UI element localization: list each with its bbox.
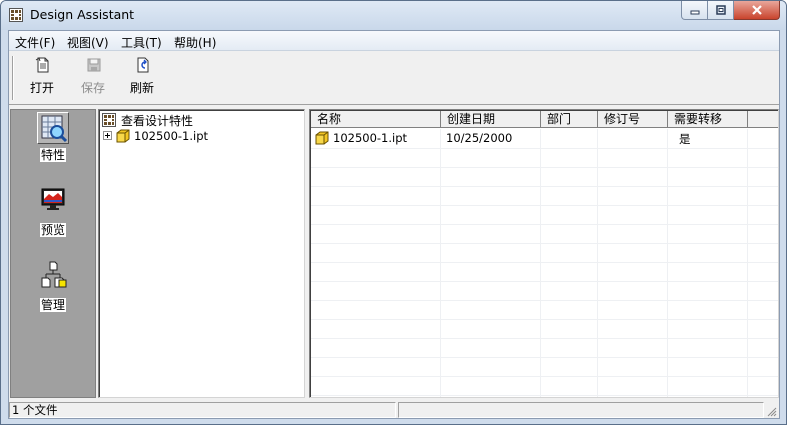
refresh-label: 刷新 xyxy=(129,81,154,95)
open-label: 打开 xyxy=(29,81,54,95)
app-icon xyxy=(9,8,23,22)
minimize-button[interactable] xyxy=(681,1,708,20)
part-file-icon xyxy=(315,131,329,145)
save-label: 保存 xyxy=(80,81,105,95)
maximize-button[interactable] xyxy=(708,1,734,20)
preview-icon xyxy=(41,188,65,210)
window-title: Design Assistant xyxy=(30,7,135,22)
title-bar[interactable]: Design Assistant xyxy=(1,1,786,30)
grid-lines xyxy=(311,129,778,397)
expand-plus-icon[interactable] xyxy=(103,131,112,140)
column-header-department[interactable]: 部门 xyxy=(541,111,598,128)
close-icon xyxy=(751,5,762,15)
nav-item-properties[interactable]: 特性 xyxy=(11,110,95,170)
cell-needs-transfer: 是 xyxy=(679,132,691,146)
grid-header: 名称 创建日期 部门 修订号 需要转移 xyxy=(311,111,778,128)
file-grid[interactable]: 名称 创建日期 部门 修订号 需要转移 102500-1.ipt 10/25/2… xyxy=(309,109,779,398)
status-pane-empty xyxy=(398,402,764,418)
refresh-icon xyxy=(137,57,149,73)
part-file-icon xyxy=(116,129,130,143)
maximize-icon xyxy=(715,5,726,15)
nav-item-manage[interactable]: 管理 xyxy=(11,260,95,320)
column-header-needs-transfer[interactable]: 需要转移 xyxy=(668,111,748,128)
client-area: 文件(F) 视图(V) 工具(T) 帮助(H) 打开 保存 刷新 特性 预览 管… xyxy=(8,30,780,419)
menu-view[interactable]: 视图(V) xyxy=(67,34,109,51)
toolbar-grip[interactable] xyxy=(12,56,14,100)
column-header-name[interactable]: 名称 xyxy=(311,111,441,128)
nav-label-properties: 特性 xyxy=(39,148,66,162)
resize-grip-icon[interactable] xyxy=(765,405,777,417)
app-window: Design Assistant 文件(F) 视图(V) 工具(T) 帮助(H) xyxy=(0,0,787,425)
menu-tools[interactable]: 工具(T) xyxy=(121,34,162,51)
menu-help[interactable]: 帮助(H) xyxy=(174,34,216,51)
property-tree[interactable]: 查看设计特性 102500-1.ipt xyxy=(98,109,305,398)
open-button[interactable]: 打开 xyxy=(25,56,59,100)
window-controls xyxy=(681,1,780,20)
save-button[interactable]: 保存 xyxy=(76,56,110,100)
close-button[interactable] xyxy=(734,1,780,20)
toolbar: 打开 保存 刷新 xyxy=(9,52,779,105)
cell-created: 10/25/2000 xyxy=(446,131,513,145)
minimize-icon xyxy=(690,10,699,15)
menu-file[interactable]: 文件(F) xyxy=(15,34,55,51)
open-icon xyxy=(35,57,49,73)
cell-name: 102500-1.ipt xyxy=(333,131,408,145)
status-file-count: 1 个文件 xyxy=(9,402,396,418)
properties-icon xyxy=(41,115,68,143)
nav-item-preview[interactable]: 预览 xyxy=(11,185,95,245)
manage-icon xyxy=(41,261,67,288)
refresh-button[interactable]: 刷新 xyxy=(125,56,159,100)
tree-root-label: 查看设计特性 xyxy=(121,114,194,128)
column-header-revision[interactable]: 修订号 xyxy=(598,111,668,128)
save-icon xyxy=(87,58,101,72)
menu-bar: 文件(F) 视图(V) 工具(T) 帮助(H) xyxy=(9,31,779,51)
column-header-created[interactable]: 创建日期 xyxy=(441,111,541,128)
table-row[interactable]: 102500-1.ipt 10/25/2000 是 xyxy=(311,129,778,148)
nav-label-manage: 管理 xyxy=(39,298,66,312)
left-nav-bar: 特性 预览 管理 xyxy=(10,109,96,398)
status-bar: 1 个文件 xyxy=(9,401,779,418)
tree-node-label: 102500-1.ipt xyxy=(134,129,209,143)
nav-label-preview: 预览 xyxy=(39,223,66,237)
design-properties-icon xyxy=(102,113,116,127)
